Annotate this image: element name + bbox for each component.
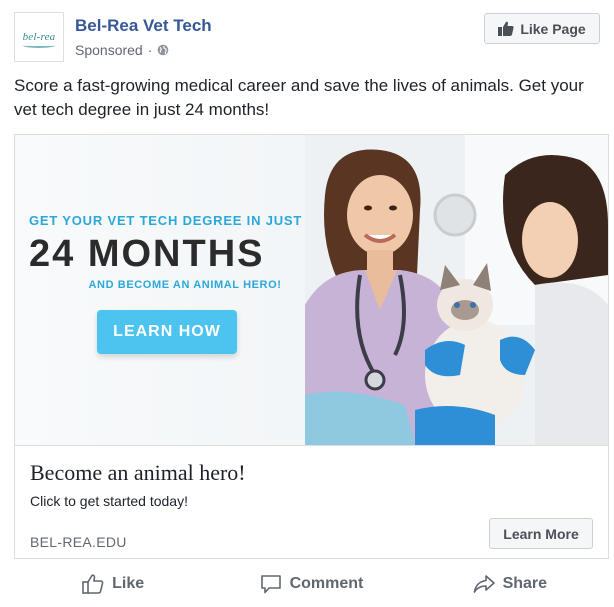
thumbs-up-outline-icon (82, 574, 104, 594)
share-label: Share (502, 575, 548, 592)
ad-domain: BEL-REA.EDU (30, 534, 127, 550)
share-button[interactable]: Share (411, 566, 609, 602)
ad-headline-top: GET YOUR VET TECH DEGREE IN JUST (29, 213, 303, 228)
learn-how-button[interactable]: LEARN HOW (97, 310, 237, 354)
page-logo[interactable]: bel-rea (14, 12, 64, 62)
globe-icon (158, 44, 169, 56)
sponsored-label[interactable]: Sponsored (75, 42, 143, 58)
ad-meta[interactable]: Become an animal hero! Click to get star… (15, 445, 608, 558)
post-header: bel-rea Bel-Rea Vet Tech Sponsored · Lik… (14, 12, 600, 64)
learn-more-button[interactable]: Learn More (489, 518, 593, 549)
like-label: Like (112, 575, 145, 592)
thumbs-up-icon (498, 21, 514, 36)
comment-label: Comment (289, 575, 364, 592)
ad-card[interactable]: GET YOUR VET TECH DEGREE IN JUST 24 MONT… (14, 134, 609, 559)
page-name-link[interactable]: Bel-Rea Vet Tech (75, 16, 212, 36)
like-button[interactable]: Like (14, 566, 212, 602)
like-page-button[interactable]: Like Page (484, 13, 600, 44)
post-actions-bar: Like Comment Share (14, 566, 609, 602)
like-page-label: Like Page (520, 20, 586, 37)
sponsored-row: Sponsored · (75, 42, 169, 58)
comment-button[interactable]: Comment (212, 566, 410, 602)
vet-photo (305, 135, 608, 445)
ad-image[interactable]: GET YOUR VET TECH DEGREE IN JUST 24 MONT… (15, 135, 608, 445)
ad-headline-big: 24 MONTHS (29, 233, 265, 275)
separator-dot: · (147, 42, 153, 58)
share-icon (473, 575, 495, 593)
comment-icon (260, 575, 281, 594)
ad-description: Click to get started today! (30, 493, 188, 509)
ad-title[interactable]: Become an animal hero! (30, 460, 246, 486)
logo-text: bel-rea (22, 31, 56, 43)
logo-swoosh (23, 43, 55, 48)
post-text: Score a fast-growing medical career and … (14, 76, 584, 119)
ad-headline-sub: AND BECOME AN ANIMAL HERO! (88, 279, 282, 291)
